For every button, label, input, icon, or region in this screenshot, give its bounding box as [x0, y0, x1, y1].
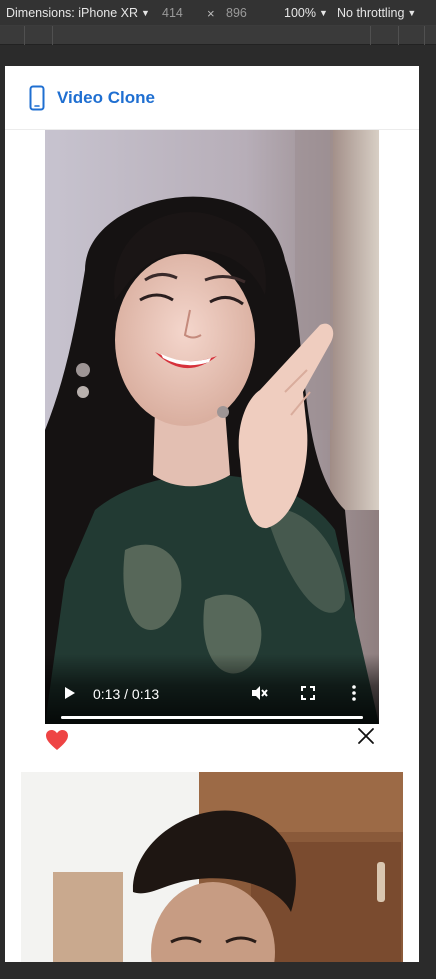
device-viewport: Video Clone 0:13 / 0:13	[5, 66, 419, 962]
device-dimensions-label: Dimensions: iPhone XR	[6, 6, 139, 20]
progress-bar[interactable]	[61, 716, 363, 719]
devtools-toolbar: Dimensions: iPhone XR ▼ 414 × 896 100% ▼ N…	[0, 0, 436, 26]
zoom-label: 100%	[284, 6, 316, 20]
fullscreen-icon[interactable]	[301, 686, 315, 700]
heart-icon[interactable]	[45, 729, 69, 751]
video-player-2[interactable]	[21, 772, 403, 962]
devtools-bottom-strip	[0, 962, 436, 979]
play-icon[interactable]	[63, 686, 77, 700]
ruler-tick	[398, 26, 399, 45]
caret-down-icon: ▼	[407, 8, 417, 18]
times-icon: ×	[207, 6, 215, 21]
video-time: 0:13 / 0:13	[93, 686, 160, 702]
width-input[interactable]: 414	[162, 6, 183, 20]
phone-icon	[29, 85, 45, 111]
ruler-tick	[52, 26, 53, 45]
ruler-tick	[370, 26, 371, 45]
throttling-label: No throttling	[337, 6, 405, 20]
device-dimensions-select[interactable]: Dimensions: iPhone XR ▼	[6, 6, 150, 20]
ruler-tick	[24, 26, 25, 45]
muted-volume-icon[interactable]	[250, 684, 268, 702]
media-query-bar	[0, 26, 436, 45]
ruler-tick	[424, 26, 425, 45]
app-title: Video Clone	[57, 88, 155, 107]
throttling-select[interactable]: No throttling ▼	[337, 6, 416, 20]
app-header: Video Clone	[5, 66, 419, 130]
video-controls: 0:13 / 0:13	[45, 654, 379, 724]
progress-fill	[61, 716, 363, 719]
close-icon[interactable]	[357, 727, 375, 745]
caret-down-icon: ▼	[141, 8, 150, 18]
more-options-icon[interactable]	[347, 684, 361, 702]
video-frame-2	[21, 772, 403, 962]
zoom-select[interactable]: 100% ▼	[284, 6, 328, 20]
video-player[interactable]: 0:13 / 0:13	[45, 130, 379, 724]
height-input[interactable]: 896	[226, 6, 247, 20]
video-frame	[45, 130, 379, 724]
caret-down-icon: ▼	[318, 8, 328, 18]
